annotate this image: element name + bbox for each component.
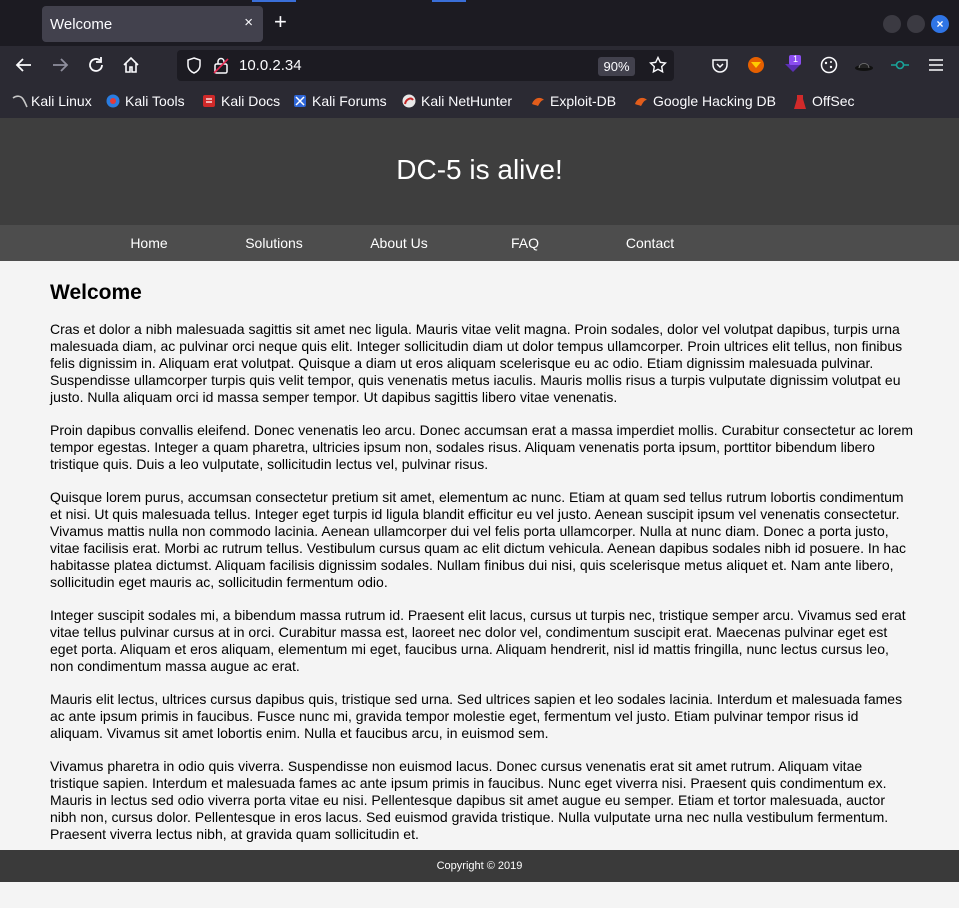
exploit-db-icon [531,94,545,108]
extension-badge-count: 1 [793,54,799,64]
hat-icon[interactable] [853,54,875,76]
bookmark-label: Exploit-DB [550,93,617,109]
zoom-level-button[interactable]: 90% [598,57,635,76]
site-menu: Home Solutions About Us FAQ Contact [0,225,959,261]
bookmark-offsec[interactable]: OffSec [793,93,855,109]
nethunter-icon [402,94,416,108]
shield-icon[interactable] [186,57,202,79]
extension-fox-icon[interactable] [745,54,767,76]
maximize-button[interactable] [907,15,925,33]
url-text[interactable]: 10.0.2.34 [239,57,302,74]
new-tab-button[interactable]: + [274,11,287,33]
bookmark-label: Kali NetHunter [421,93,513,109]
bookmarks-toolbar: Kali Linux Kali Tools Kali Docs Kali For… [0,86,959,118]
pocket-icon[interactable] [709,54,731,76]
tab-accent [432,0,466,2]
menu-faq[interactable]: FAQ [470,235,580,251]
bookmark-label: Kali Docs [221,93,281,109]
bookmark-kali-docs[interactable]: Kali Docs [202,93,280,109]
bookmark-kali-nethunter[interactable]: Kali NetHunter [402,93,512,109]
paragraph: Quisque lorem purus, accumsan consectetu… [50,489,906,590]
minimize-button[interactable] [883,15,901,33]
menu-home[interactable]: Home [94,235,204,251]
kali-forums-icon [293,94,307,108]
tab-title: Welcome [50,16,113,33]
offsec-icon [793,94,807,109]
site-header: DC-5 is alive! [0,118,959,225]
kali-dragon-icon [12,94,28,108]
home-icon[interactable] [120,54,142,76]
kali-docs-icon [202,94,216,108]
url-bar[interactable]: 10.0.2.34 90% [177,50,674,81]
navigation-toolbar: 10.0.2.34 90% 1 [0,46,959,86]
back-icon[interactable] [13,54,35,76]
paragraph: Vivamus pharetra in odio quis viverra. S… [50,758,889,842]
bookmark-kali-tools[interactable]: Kali Tools [106,93,185,109]
paragraph: Integer suscipit sodales mi, a bibendum … [50,607,906,674]
menu-icon[interactable] [925,54,947,76]
bookmark-exploit-db[interactable]: Exploit-DB [531,93,616,109]
kali-tools-icon [106,94,120,108]
paragraph: Proin dapibus convallis eleifend. Donec … [50,422,913,472]
page-bottom [0,882,959,908]
site-title: DC-5 is alive! [396,154,563,185]
menu-about-us[interactable]: About Us [344,235,454,251]
menu-solutions[interactable]: Solutions [219,235,329,251]
bookmark-star-icon[interactable] [648,55,668,79]
extension-badge-icon[interactable]: 1 [782,54,804,76]
tab-strip: Welcome × + × [0,0,959,46]
insecure-lock-icon[interactable] [213,57,229,79]
bookmark-label: Kali Forums [312,93,387,109]
paragraph: Mauris elit lectus, ultrices cursus dapi… [50,691,903,741]
bookmark-label: Kali Tools [125,93,185,109]
forward-icon[interactable] [49,54,71,76]
tab-close-icon[interactable]: × [244,14,253,31]
bookmark-kali-linux[interactable]: Kali Linux [12,93,92,109]
window-close-button[interactable]: × [931,15,949,33]
cookie-icon[interactable] [818,54,840,76]
network-icon[interactable] [889,54,911,76]
bookmark-kali-forums[interactable]: Kali Forums [293,93,387,109]
tab-accent [252,0,296,2]
bookmark-label: Google Hacking DB [653,93,776,109]
bookmark-label: Kali Linux [31,93,92,109]
tab-welcome[interactable]: Welcome × [42,6,263,42]
bookmark-label: OffSec [812,93,855,109]
page-heading: Welcome [50,281,142,304]
paragraph: Cras et dolor a nibh malesuada sagittis … [50,321,903,405]
bookmark-google-hacking-db[interactable]: Google Hacking DB [634,93,776,109]
site-footer: Copyright © 2019 [0,850,959,882]
ghdb-icon [634,94,648,108]
menu-contact[interactable]: Contact [595,235,705,251]
main-content: Welcome Cras et dolor a nibh malesuada s… [50,281,913,859]
copyright-text: Copyright © 2019 [436,860,523,872]
reload-icon[interactable] [85,54,107,76]
